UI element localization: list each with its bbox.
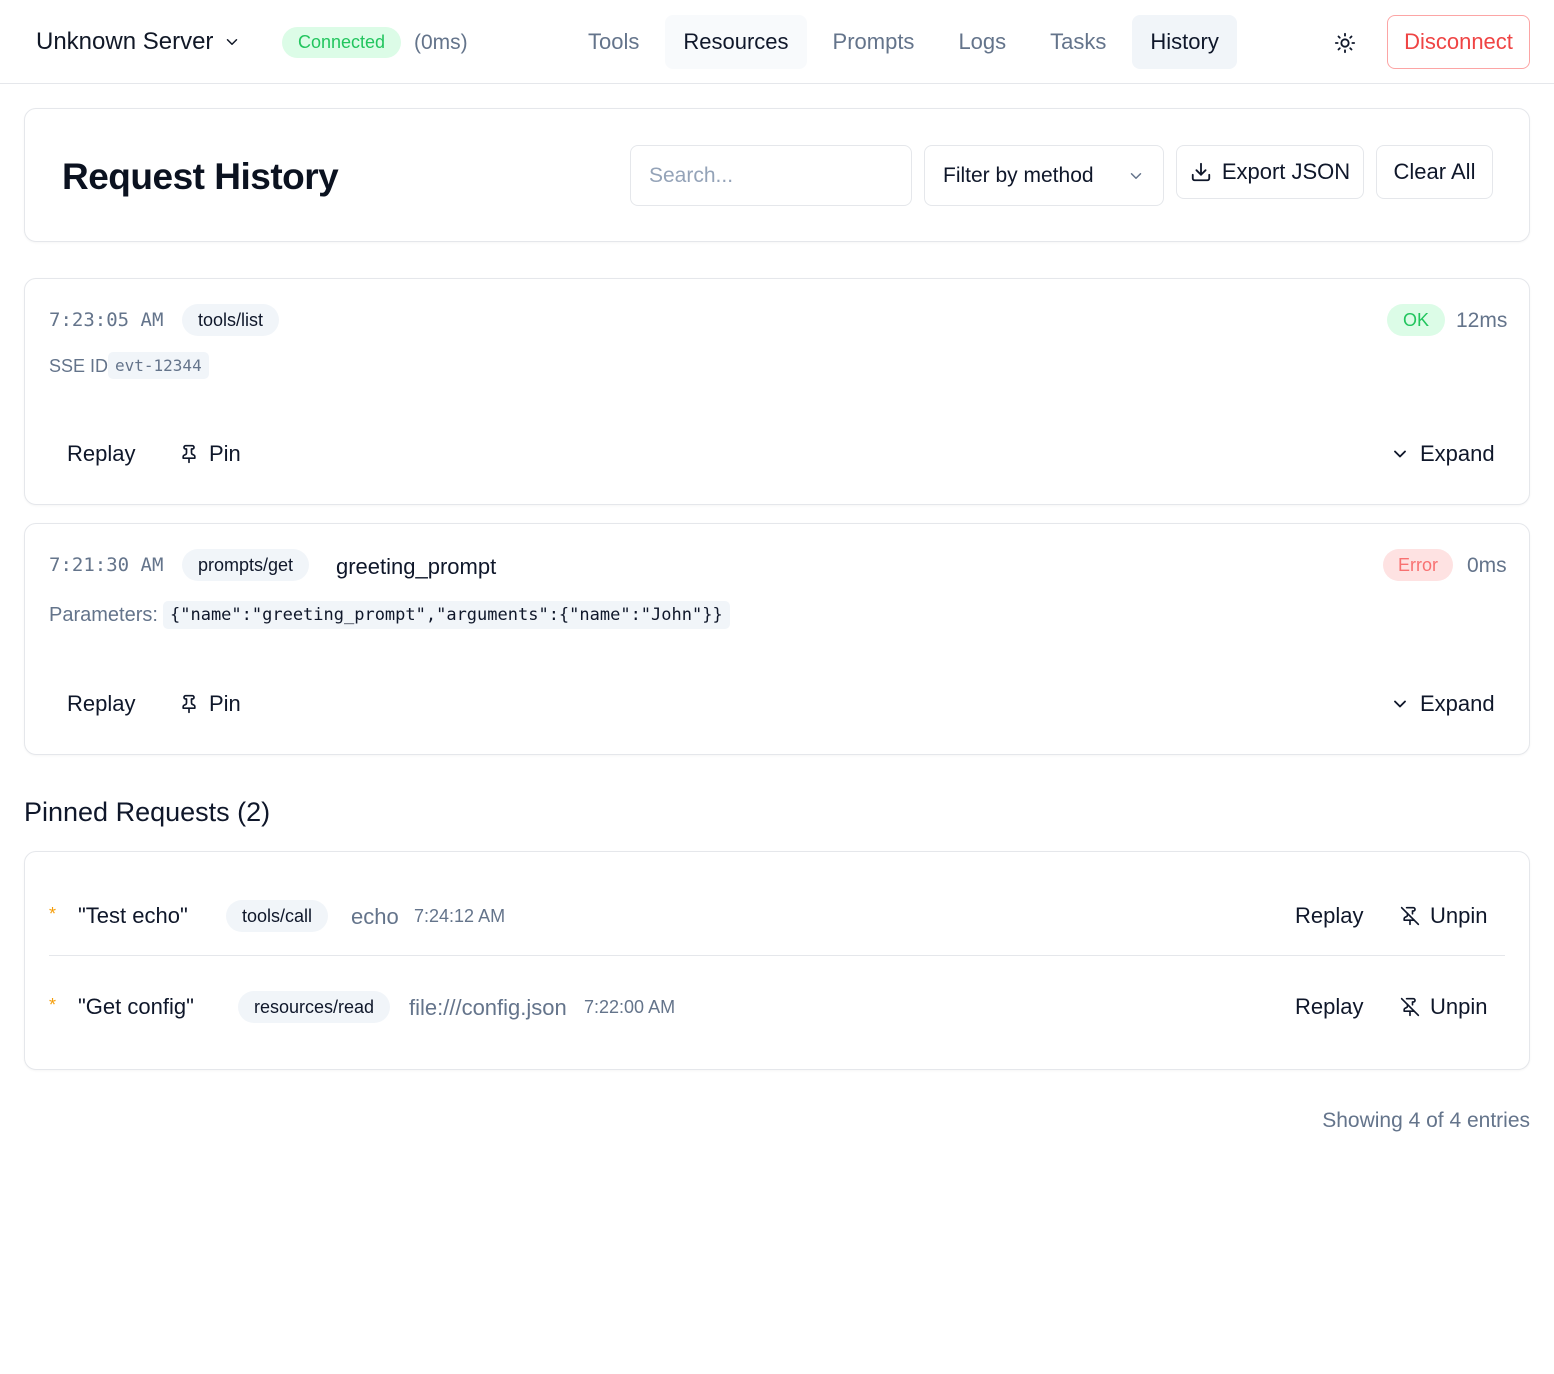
pinned-time: 7:24:12 AM xyxy=(414,906,506,926)
status-badge: Error xyxy=(1383,549,1453,581)
clear-all-button[interactable]: Clear All xyxy=(1376,145,1493,199)
download-icon xyxy=(1191,162,1210,182)
server-name: Unknown Server xyxy=(36,28,214,55)
history-entry: 7:23:05 AM tools/list OK 12ms SSE ID: ev… xyxy=(24,278,1530,505)
sse-id-label: SSE ID: xyxy=(49,356,114,376)
server-selector[interactable]: Unknown Server xyxy=(36,28,241,56)
entry-duration: 0ms xyxy=(1467,554,1507,577)
connection-status-badge: Connected xyxy=(282,27,402,58)
tab-tools[interactable]: Tools xyxy=(570,15,657,69)
pin-label: Pin xyxy=(209,441,241,466)
tab-prompts[interactable]: Prompts xyxy=(815,15,933,69)
entry-duration: 12ms xyxy=(1456,309,1508,332)
pin-label: Pin xyxy=(209,691,241,716)
export-json-button[interactable]: Export JSON xyxy=(1176,145,1364,199)
search-input[interactable] xyxy=(630,145,912,206)
method-filter-select[interactable]: Filter by method xyxy=(924,145,1164,206)
method-badge: resources/read xyxy=(238,991,391,1023)
star-icon: * xyxy=(49,904,57,924)
pinned-requests-card: * "Test echo" tools/call echo 7:24:12 AM… xyxy=(24,851,1530,1070)
pin-button[interactable]: Pin xyxy=(179,691,241,717)
pin-off-icon xyxy=(1400,906,1420,926)
chevron-down-icon xyxy=(1394,450,1406,458)
pin-icon xyxy=(182,444,196,464)
chevron-down-icon xyxy=(1130,172,1142,179)
entries-summary: Showing 4 of 4 entries xyxy=(1322,1109,1530,1132)
pinned-target: file:///config.json xyxy=(409,995,567,1020)
pinned-name: "Test echo" xyxy=(78,903,188,928)
chevron-down-icon xyxy=(1394,700,1406,708)
pin-button[interactable]: Pin xyxy=(179,441,241,467)
expand-label: Expand xyxy=(1420,691,1495,716)
status-badge: OK xyxy=(1387,304,1446,336)
history-header-card: Request History Filter by method Export … xyxy=(24,108,1530,242)
export-json-label: Export JSON xyxy=(1221,159,1351,184)
method-filter-label: Filter by method xyxy=(943,163,1094,187)
entry-time: 7:21:30 AM xyxy=(49,554,164,576)
replay-label: Replay xyxy=(1295,994,1364,1019)
tab-tasks[interactable]: Tasks xyxy=(1032,15,1124,69)
sun-icon xyxy=(1334,32,1356,54)
top-bar: Unknown Server Connected (0ms) Tools Res… xyxy=(0,0,1554,84)
tab-resources[interactable]: Resources xyxy=(665,15,807,69)
unpin-button[interactable]: Unpin xyxy=(1400,994,1487,1020)
pinned-section-title: Pinned Requests (2) xyxy=(24,797,271,827)
method-badge: prompts/get xyxy=(182,549,310,581)
replay-button[interactable]: Replay xyxy=(67,691,135,717)
method-badge: tools/list xyxy=(182,304,280,336)
pin-off-icon xyxy=(1400,997,1420,1017)
entry-target: greeting_prompt xyxy=(336,554,497,579)
tab-logs[interactable]: Logs xyxy=(940,15,1024,69)
replay-label: Replay xyxy=(1295,903,1364,928)
theme-toggle-button[interactable] xyxy=(1326,26,1364,60)
sse-id-value: evt-12344 xyxy=(108,352,209,379)
history-entry: 7:21:30 AM prompts/get greeting_prompt E… xyxy=(24,523,1530,755)
page-title: Request History xyxy=(62,156,339,197)
pinned-time: 7:22:00 AM xyxy=(584,997,676,1017)
pinned-target: echo xyxy=(351,904,399,929)
unpin-label: Unpin xyxy=(1430,903,1488,928)
pinned-item: * "Test echo" tools/call echo 7:24:12 AM… xyxy=(49,866,1505,956)
tab-history[interactable]: History xyxy=(1132,15,1237,69)
pinned-name: "Get config" xyxy=(78,994,194,1019)
disconnect-button[interactable]: Disconnect xyxy=(1387,15,1530,69)
method-badge: tools/call xyxy=(226,900,329,932)
replay-button[interactable]: Replay xyxy=(67,441,135,467)
main-nav: Tools Resources Prompts Logs Tasks Histo… xyxy=(570,15,1245,69)
entry-time: 7:23:05 AM xyxy=(49,309,164,331)
pinned-item: * "Get config" resources/read file:///co… xyxy=(49,957,1505,1047)
expand-button[interactable]: Expand xyxy=(1390,691,1495,717)
replay-button[interactable]: Replay xyxy=(1295,994,1363,1020)
replay-label: Replay xyxy=(67,691,136,716)
replay-label: Replay xyxy=(67,441,136,466)
chevron-down-icon xyxy=(227,39,238,45)
expand-label: Expand xyxy=(1420,441,1495,466)
unpin-button[interactable]: Unpin xyxy=(1400,903,1487,929)
expand-button[interactable]: Expand xyxy=(1390,441,1495,467)
unpin-label: Unpin xyxy=(1430,994,1488,1019)
connection-latency: (0ms) xyxy=(414,31,468,54)
star-icon: * xyxy=(49,995,57,1015)
parameters-value: {"name":"greeting_prompt","arguments":{"… xyxy=(163,601,730,629)
parameters-label: Parameters: xyxy=(49,604,158,626)
pin-icon xyxy=(182,694,196,714)
replay-button[interactable]: Replay xyxy=(1295,903,1363,929)
